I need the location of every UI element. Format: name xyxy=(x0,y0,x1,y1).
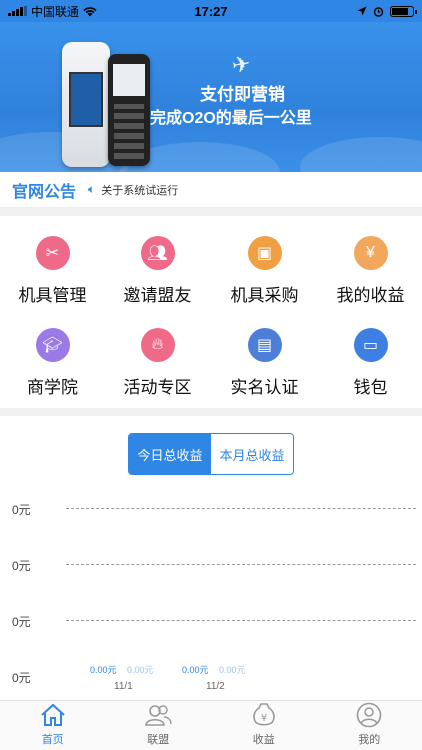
earnings-chart: 0元 0元 0元 0元 0.00元 0.00元 11/1 0.00元 0.00元 11/2 xyxy=(0,490,422,700)
alarm-icon xyxy=(373,6,384,17)
grid-item-device-management[interactable]: ✂ 机具管理 xyxy=(0,216,105,311)
speaker-icon: 🔈︎ xyxy=(88,182,96,196)
section-divider xyxy=(0,208,422,216)
announcement-text[interactable]: 关于系统试运行 xyxy=(101,182,178,198)
section-divider xyxy=(0,408,422,416)
status-bar: 中国联通 17:27 xyxy=(0,0,422,22)
y-tick-label: 0元 xyxy=(12,671,31,685)
nav-earnings[interactable]: ¥ 收益 xyxy=(211,701,317,750)
battery-icon xyxy=(390,5,417,17)
y-tick-label: 0元 xyxy=(12,503,31,517)
graduation-cap-icon: 🎓︎ xyxy=(35,328,70,362)
yen-bag-icon: ¥ xyxy=(353,236,388,270)
data-label: 0.00元 xyxy=(219,665,246,675)
earnings-icon: ¥ xyxy=(250,701,278,729)
location-icon xyxy=(357,6,367,16)
id-card-icon: ▤ xyxy=(247,328,282,362)
grid-line xyxy=(66,508,416,509)
svg-text:¥: ¥ xyxy=(261,713,267,724)
x-tick-label: 11/2 xyxy=(206,681,225,692)
nav-profile[interactable]: 我的 xyxy=(317,701,422,750)
y-tick-label: 0元 xyxy=(12,615,31,629)
y-tick-label: 0元 xyxy=(12,559,31,573)
clock: 17:27 xyxy=(194,3,228,19)
data-label: 0.00元 xyxy=(127,665,154,675)
earnings-tabs: 今日总收益 本月总收益 xyxy=(128,433,294,475)
grid-item-real-name-auth[interactable]: ▤ 实名认证 xyxy=(212,308,317,403)
grid-item-promotions[interactable]: 🔥︎ 活动专区 xyxy=(105,308,210,403)
carrier-label: 中国联通 xyxy=(31,4,80,19)
announcement-bar[interactable]: 官网公告 🔈︎ 关于系统试运行 xyxy=(0,172,422,208)
users-icon: 👥︎ xyxy=(140,236,175,270)
pos-terminal-image xyxy=(108,54,150,166)
tab-month-earnings[interactable]: 本月总收益 xyxy=(211,434,293,474)
data-label: 0.00元 xyxy=(90,665,117,675)
banner-subslogan: 完成O2O的最后一公里 xyxy=(150,110,312,127)
nav-alliance[interactable]: 联盟 xyxy=(106,701,212,750)
grid-item-business-school[interactable]: 🎓︎ 商学院 xyxy=(0,308,105,403)
wifi-icon xyxy=(83,6,97,16)
announcement-title: 官网公告 xyxy=(12,183,77,201)
grid-line xyxy=(66,564,416,565)
feature-grid: ✂ 机具管理 👥︎ 邀请盟友 ▣ 机具采购 ¥ 我的收益 🎓︎ 商学院 🔥︎ 活… xyxy=(0,216,422,406)
box-icon: ▣ xyxy=(247,236,282,270)
profile-icon xyxy=(355,701,383,729)
flame-icon: 🔥︎ xyxy=(140,328,175,362)
signal-icon xyxy=(8,6,27,16)
pos-terminal-image xyxy=(62,42,110,167)
nav-home[interactable]: 首页 xyxy=(0,701,106,750)
alliance-icon xyxy=(144,701,172,729)
bottom-nav: 首页 联盟 ¥ 收益 我的 xyxy=(0,700,422,750)
grid-item-wallet[interactable]: ▭ 钱包 xyxy=(318,308,422,403)
home-icon xyxy=(39,701,67,729)
tools-icon: ✂ xyxy=(35,236,70,270)
data-label: 0.00元 xyxy=(182,665,209,675)
grid-item-invite-partners[interactable]: 👥︎ 邀请盟友 xyxy=(105,216,210,311)
x-tick-label: 11/1 xyxy=(114,681,133,692)
grid-line xyxy=(66,620,416,621)
grid-item-my-earnings[interactable]: ¥ 我的收益 xyxy=(318,216,422,311)
wallet-icon: ▭ xyxy=(353,328,388,362)
airplane-icon: ✈ xyxy=(229,50,253,79)
promo-banner[interactable]: ✈ 支付即营销 完成O2O的最后一公里 xyxy=(0,22,422,172)
banner-slogan: 支付即营销 xyxy=(200,85,285,104)
grid-item-device-purchase[interactable]: ▣ 机具采购 xyxy=(212,216,317,311)
tab-today-earnings[interactable]: 今日总收益 xyxy=(129,434,211,474)
